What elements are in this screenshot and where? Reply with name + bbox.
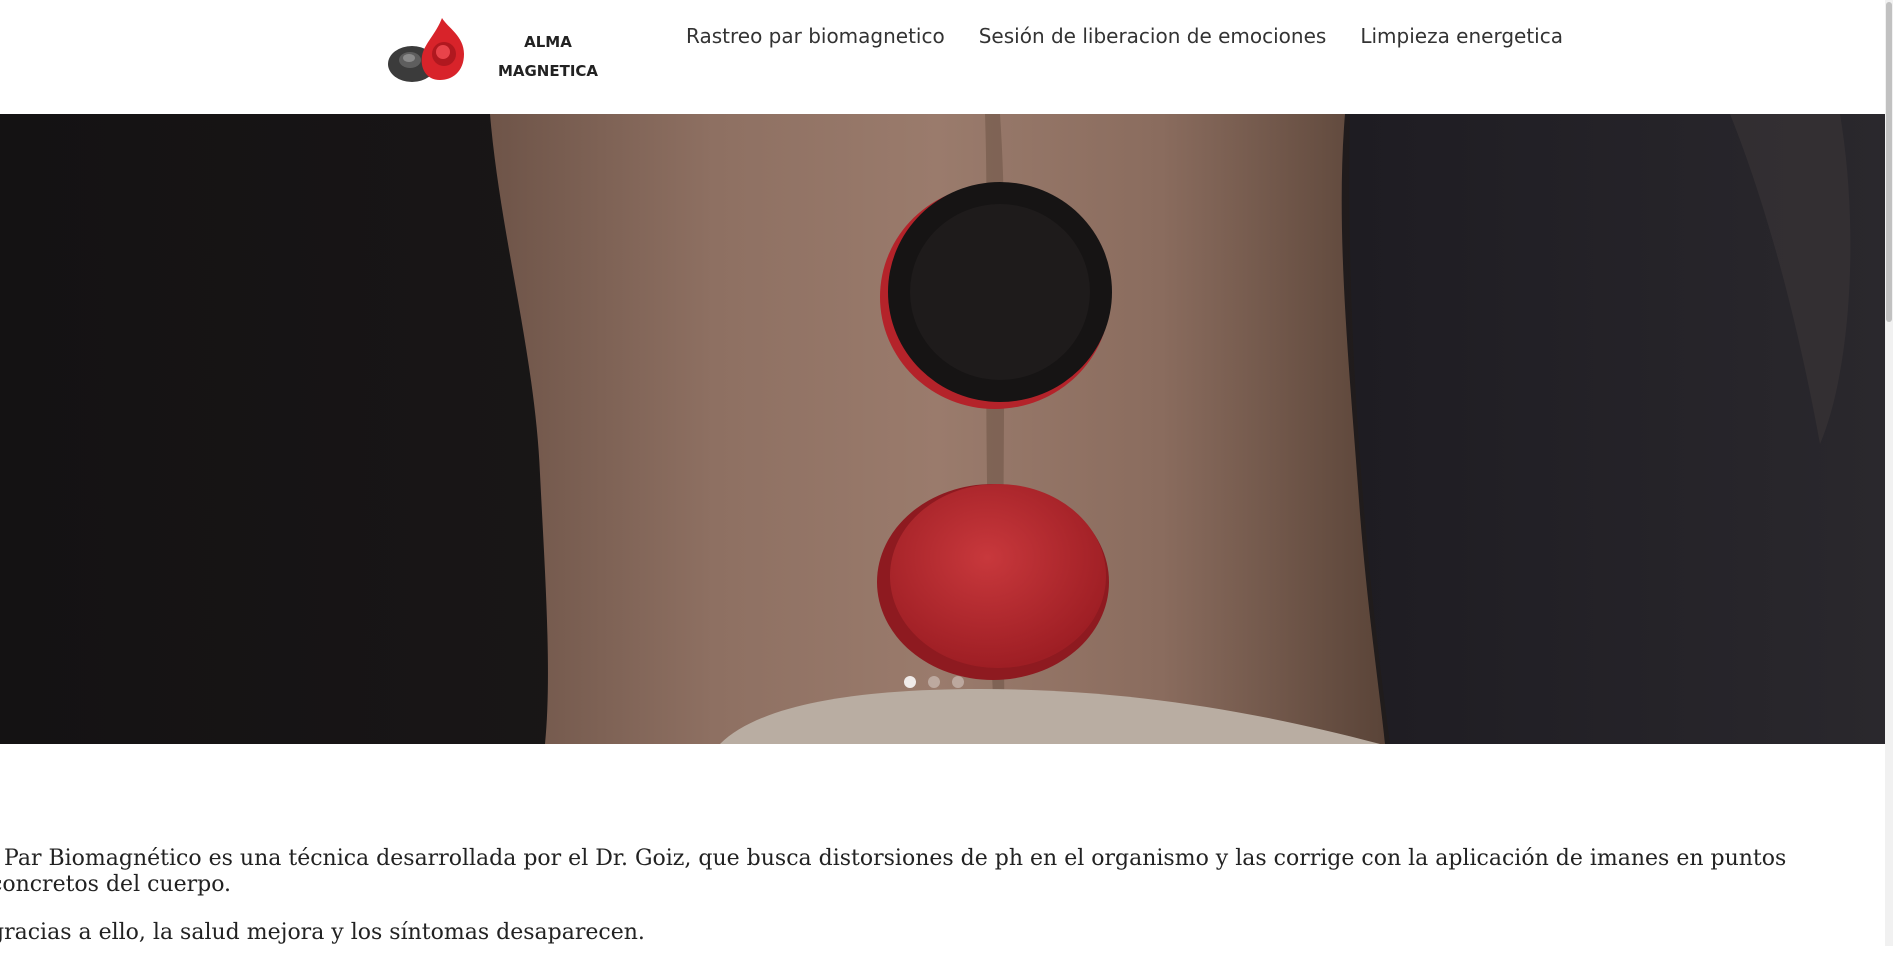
slider-dot-3[interactable] [952,676,964,688]
slider-dot-2[interactable] [928,676,940,688]
nav-link-limpieza-energetica[interactable]: Limpieza energetica [1360,24,1563,48]
main-nav: Rastreo par biomagnetico Sesión de liber… [686,24,1563,48]
back-with-magnets-photo [0,114,1885,744]
brand-name: ALMA MAGNETICA [494,28,602,86]
nav-link-liberacion-emociones[interactable]: Sesión de liberacion de emociones [979,24,1327,48]
intro-paragraph-1: l Par Biomagnético es una técnica desarr… [0,846,1787,897]
intro-paragraph-2: gracias a ello, la salud mejora y los sí… [0,920,645,945]
magnet-pair-icon [388,18,464,82]
page-scrollbar[interactable] [1885,0,1893,946]
slider-dots [904,676,964,688]
brand-name-line2: MAGNETICA [497,62,599,80]
nav-link-rastreo[interactable]: Rastreo par biomagnetico [686,24,945,48]
intro-text: l Par Biomagnético es una técnica desarr… [0,846,1850,968]
hero-slider[interactable] [0,114,1885,744]
slider-dot-1[interactable] [904,676,916,688]
scrollbar-thumb[interactable] [1886,2,1892,322]
site-header: ALMA MAGNETICA Rastreo par biomagnetico … [0,0,1885,114]
brand-logo[interactable]: ALMA MAGNETICA [386,14,598,94]
brand-name-line1: ALMA [524,33,572,51]
